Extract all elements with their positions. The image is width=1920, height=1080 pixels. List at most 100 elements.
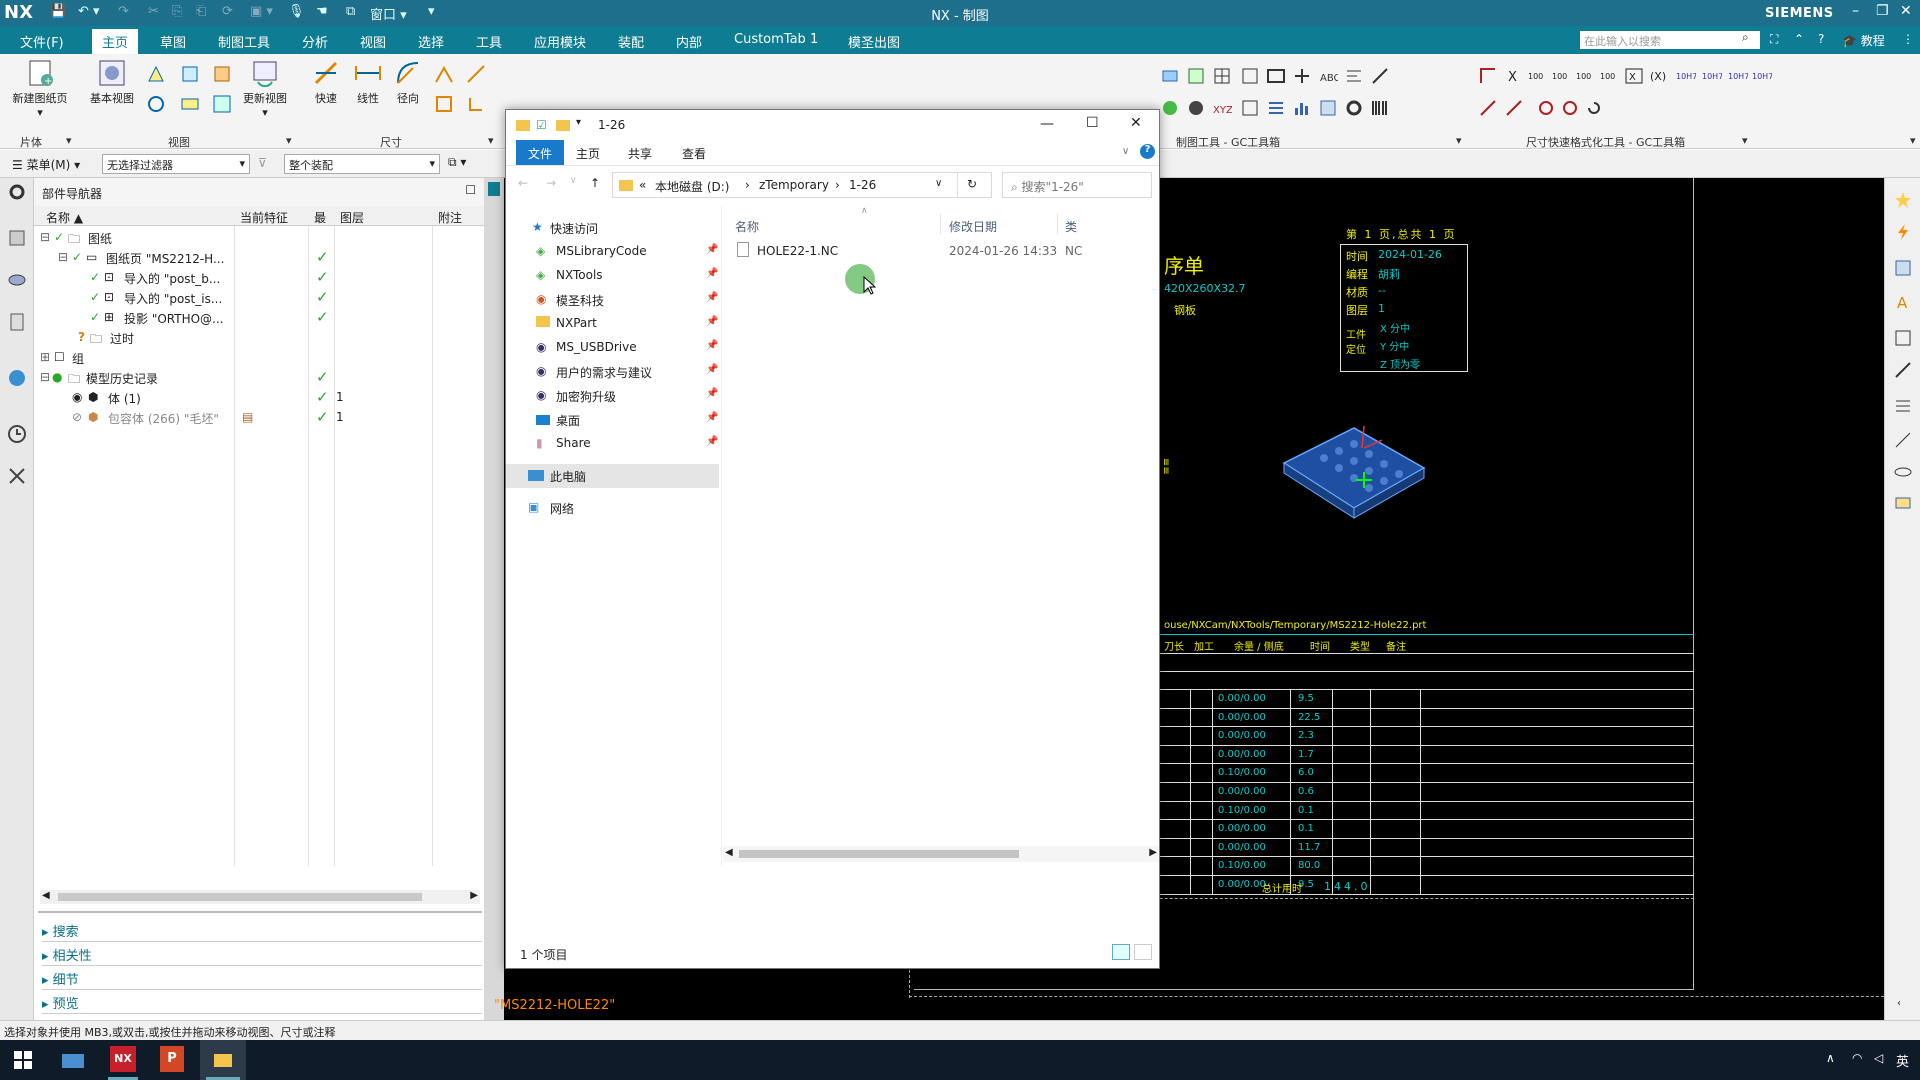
gc-dim-diameter2-icon[interactable] bbox=[1560, 98, 1580, 118]
menu-button[interactable]: ☰ 菜单(M) ▾ bbox=[12, 156, 80, 173]
tree-row-group[interactable]: ⊞ ☐ 组 bbox=[34, 348, 484, 368]
tab-home[interactable]: 主页 bbox=[92, 29, 139, 54]
ordinate-dimension-icon[interactable] bbox=[466, 94, 486, 114]
explorer-tab-view[interactable]: 查看 bbox=[682, 145, 706, 162]
tab-customtab1[interactable]: CustomTab 1 bbox=[734, 32, 818, 47]
breadcrumb-ztemporary[interactable]: zTemporary bbox=[759, 178, 829, 192]
column-header-name[interactable]: 名称 bbox=[735, 218, 759, 235]
tools-icon[interactable] bbox=[7, 466, 27, 486]
pin-icon[interactable]: 📌 bbox=[706, 244, 718, 255]
chamfer-dimension-icon[interactable] bbox=[466, 64, 486, 84]
explorer-close-icon[interactable]: ✕ bbox=[1130, 115, 1142, 131]
section-search[interactable]: ▸ 搜索 bbox=[42, 918, 482, 942]
tab-view[interactable]: 视图 bbox=[360, 32, 386, 51]
gc-dim-rotate-icon[interactable] bbox=[1584, 98, 1604, 118]
visibility-eye-icon[interactable]: ◉ bbox=[72, 390, 82, 404]
file-list-pane[interactable]: ∧ 名称 修改日期 类 HOLE22-1.NC 2024-01-26 14:33… bbox=[723, 206, 1159, 866]
gc-tool-gear-icon[interactable] bbox=[1344, 98, 1364, 118]
pin-icon[interactable]: 📌 bbox=[706, 388, 718, 399]
lightning-tool-icon[interactable] bbox=[1893, 222, 1913, 242]
tree-row-bounding-body[interactable]: ⊘ ⬢ 包容体 (266) "毛坯" ▤ ✓ 1 bbox=[34, 408, 484, 428]
gc-tool-barcode-icon[interactable] bbox=[1370, 98, 1390, 118]
tab-applications[interactable]: 应用模块 bbox=[534, 32, 586, 51]
column-name[interactable]: 名称 ▲ bbox=[46, 209, 83, 226]
explorer-tab-file[interactable]: 文件 bbox=[516, 140, 565, 165]
tree-row-body[interactable]: ◉ ⬢ 体 (1) ✓ 1 bbox=[34, 388, 484, 408]
section-preview[interactable]: ▸ 预览 bbox=[42, 990, 482, 1014]
close-icon[interactable]: ✕ bbox=[1900, 3, 1912, 19]
nav-item-ms-usbdrive[interactable]: ◉ MS_USBDrive 📌 bbox=[506, 336, 721, 360]
tab-drafting-tools[interactable]: 制图工具 bbox=[218, 32, 270, 51]
gc-dim-boxed-icon[interactable]: X bbox=[1624, 66, 1644, 86]
explorer-taskbar-button[interactable] bbox=[200, 1040, 246, 1080]
gc-dim-100d-icon[interactable]: 100 bbox=[1600, 66, 1620, 86]
taskbar-app-icon[interactable] bbox=[62, 1050, 84, 1070]
nav-this-pc[interactable]: 此电脑 bbox=[506, 464, 719, 488]
restore-icon[interactable]: ❐ bbox=[1876, 3, 1889, 19]
column-comment[interactable]: 附注 bbox=[438, 209, 462, 226]
gc-dim-100c-icon[interactable]: 100 bbox=[1576, 66, 1596, 86]
explorer-help-icon[interactable]: ? bbox=[1140, 144, 1155, 159]
address-bar[interactable]: « 本地磁盘 (D:) › zTemporary › 1-26 ∨ ↻ bbox=[612, 172, 992, 198]
breadcrumb-drive[interactable]: 本地磁盘 (D:) bbox=[655, 178, 729, 195]
shape-tool-icon[interactable] bbox=[1893, 492, 1913, 512]
ribbon-options-icon[interactable]: ⋮ bbox=[1902, 32, 1914, 46]
gc-tool-xyz-icon[interactable]: XYZ bbox=[1212, 98, 1233, 118]
nav-item-share[interactable]: ▮ Share 📌 bbox=[506, 432, 721, 456]
gc-dim-x-icon[interactable]: X bbox=[1504, 66, 1524, 86]
thickness-dimension-icon[interactable] bbox=[434, 94, 454, 114]
address-dropdown-icon[interactable]: ∨ bbox=[935, 178, 942, 189]
file-row[interactable]: HOLE22-1.NC 2024-01-26 14:33 NC bbox=[733, 240, 1159, 262]
gc-dim-100-icon[interactable]: 100 bbox=[1528, 66, 1548, 86]
expand-ribbon-icon[interactable]: ∨ bbox=[1122, 146, 1129, 157]
part-3d-model[interactable] bbox=[1264, 418, 1444, 528]
sheet-tool-icon[interactable] bbox=[1893, 258, 1913, 278]
pin-icon[interactable]: 📌 bbox=[706, 412, 718, 423]
gc-tool-ball-icon[interactable] bbox=[1186, 98, 1206, 118]
tree-row-drawing[interactable]: ⊟ ✓ 🗀 图纸 bbox=[34, 228, 484, 248]
tree-row-sheet[interactable]: ⊟ ✓ ▭ 图纸页 "MS2212-H... ✓ bbox=[34, 248, 484, 268]
tab-analysis[interactable]: 分析 bbox=[302, 32, 328, 51]
explorer-tab-share[interactable]: 共享 bbox=[628, 145, 652, 162]
star-tool-icon[interactable] bbox=[1893, 190, 1913, 210]
explorer-search-input[interactable]: ⌕ 搜索"1-26" bbox=[1002, 172, 1152, 198]
wifi-icon[interactable]: ◠ bbox=[1852, 1051, 1862, 1065]
base-view-button[interactable]: 基本视图 bbox=[88, 58, 136, 106]
settings-gear-icon[interactable] bbox=[7, 182, 27, 202]
part-navigator-icon[interactable] bbox=[7, 270, 27, 290]
pin-icon[interactable]: 📌 bbox=[706, 268, 718, 279]
back-icon[interactable]: ← bbox=[518, 176, 528, 190]
minimize-icon[interactable]: – bbox=[1852, 3, 1859, 19]
ime-indicator[interactable]: 英 bbox=[1896, 1051, 1909, 1070]
explorer-minimize-icon[interactable]: — bbox=[1040, 116, 1054, 132]
command-search-input[interactable]: 在此输入以搜索 bbox=[1580, 31, 1760, 49]
pin-icon[interactable]: 📌 bbox=[706, 316, 718, 327]
new-folder-icon[interactable] bbox=[556, 120, 570, 131]
update-view-button[interactable]: 更新视图 ▾ bbox=[240, 58, 290, 119]
forward-icon[interactable]: → bbox=[546, 176, 556, 190]
nav-item-dongle-upgrade[interactable]: ◉ 加密狗升级 📌 bbox=[506, 384, 721, 408]
pin-icon[interactable]: 📌 bbox=[706, 436, 718, 447]
refresh-icon[interactable]: ↻ bbox=[967, 177, 977, 191]
gc-dim-tol3-icon[interactable]: 10H7 bbox=[1728, 66, 1749, 86]
pin-icon[interactable]: 📌 bbox=[706, 364, 718, 375]
gc-tool-chart-icon[interactable] bbox=[1292, 98, 1312, 118]
properties-icon[interactable]: ☑ bbox=[536, 118, 547, 132]
linear-dimension-button[interactable]: 线性 bbox=[350, 58, 386, 106]
dimension-tool-icon[interactable] bbox=[1893, 430, 1913, 450]
history-icon[interactable] bbox=[7, 424, 27, 444]
tree-row-projection[interactable]: ✓ ⊞ 投影 "ORTHO@... ✓ bbox=[34, 308, 484, 328]
gc-tool-layer-icon[interactable] bbox=[1160, 66, 1180, 86]
gc-dim-tol2-icon[interactable]: 10H7 bbox=[1702, 66, 1723, 86]
text-tool-icon[interactable]: A bbox=[1893, 292, 1913, 312]
gc-tool-frame-icon[interactable] bbox=[1266, 66, 1286, 86]
tutorial-button[interactable]: 🎓 教程 bbox=[1842, 32, 1885, 49]
gc-tool-table-icon[interactable] bbox=[1212, 66, 1232, 86]
gc-tool-note-icon[interactable]: ABC bbox=[1318, 66, 1341, 86]
quick-access-dropdown[interactable]: ▾ bbox=[576, 117, 581, 128]
nav-item-mslibrarycode[interactable]: ◈ MSLibraryCode 📌 bbox=[506, 240, 721, 264]
tab-select[interactable]: 选择 bbox=[418, 32, 444, 51]
assembly-navigator-icon[interactable] bbox=[7, 228, 27, 248]
nav-quick-access[interactable]: ★ 快速访问 bbox=[506, 216, 721, 240]
collapse-right-icon[interactable]: ‹ bbox=[1897, 998, 1901, 1009]
